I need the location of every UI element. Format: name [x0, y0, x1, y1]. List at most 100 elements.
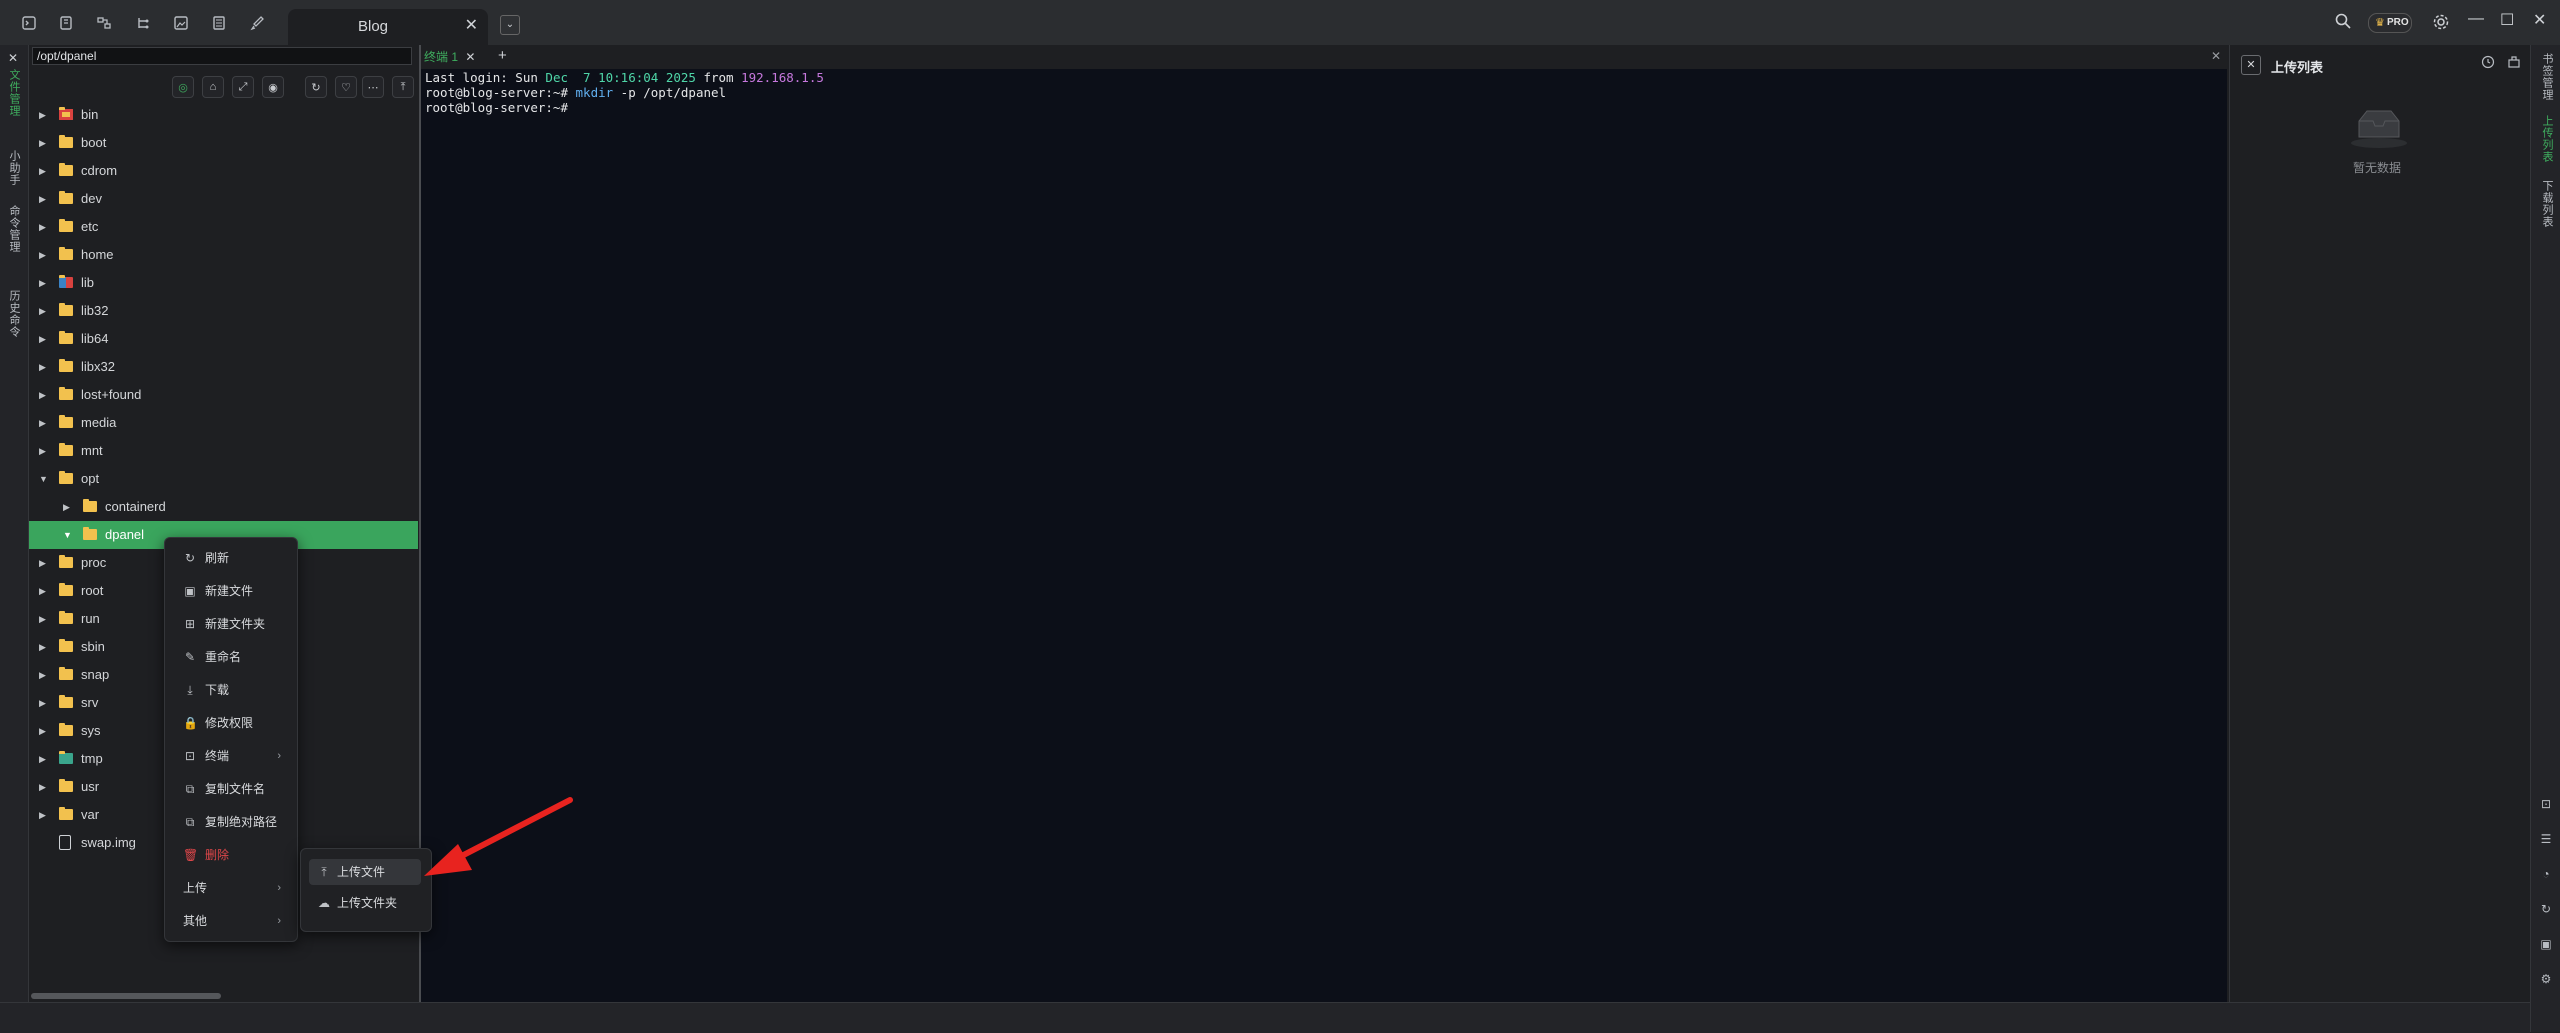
- tree-row-lost-found[interactable]: ▶ lost+found: [29, 381, 418, 409]
- menu-item-lock[interactable]: 🔒 修改权限: [165, 709, 297, 737]
- submenu-item-upload[interactable]: ⤒ 上传文件: [309, 859, 421, 885]
- tree-row-lib[interactable]: ▶ lib: [29, 269, 418, 297]
- caret-right-icon[interactable]: ▶: [39, 605, 46, 633]
- sidebar-item-upload-list[interactable]: 上传列表: [2539, 115, 2555, 163]
- caret-down-icon[interactable]: ▼: [63, 521, 72, 549]
- menu-item-copy[interactable]: ⧉ 复制文件名: [165, 775, 297, 803]
- tree-row-lib64[interactable]: ▶ lib64: [29, 325, 418, 353]
- caret-right-icon[interactable]: ▶: [39, 101, 46, 129]
- caret-right-icon[interactable]: ▶: [39, 129, 46, 157]
- add-tab-button[interactable]: +: [498, 47, 507, 64]
- tree-row-lib32[interactable]: ▶ lib32: [29, 297, 418, 325]
- locate-icon[interactable]: ◎: [172, 76, 194, 98]
- upload-icon[interactable]: ⤒: [392, 76, 414, 98]
- caret-right-icon[interactable]: ▶: [39, 689, 46, 717]
- menu-item-item-10[interactable]: 上传 ›: [165, 874, 297, 902]
- pro-badge[interactable]: ♛ PRO: [2368, 13, 2412, 33]
- caret-right-icon[interactable]: ▶: [39, 185, 46, 213]
- caret-right-icon[interactable]: ▶: [39, 717, 46, 745]
- tree-row-dev[interactable]: ▶ dev: [29, 185, 418, 213]
- gauge-icon[interactable]: ◔: [2539, 867, 2553, 881]
- terminal-output[interactable]: Last login: Sun Dec 7 10:16:04 2025 from…: [421, 69, 2227, 1002]
- terminal-close-icon[interactable]: ✕: [2211, 49, 2221, 63]
- sidebar-item-download-list[interactable]: 下载列表: [2539, 180, 2555, 228]
- gear-icon[interactable]: ⚙: [2539, 972, 2553, 986]
- terminal-tab-close-icon[interactable]: ✕: [465, 50, 475, 64]
- tree-row-cdrom[interactable]: ▶ cdrom: [29, 157, 418, 185]
- save-icon[interactable]: ▣: [2539, 937, 2553, 951]
- tree-row-mnt[interactable]: ▶ mnt: [29, 437, 418, 465]
- list-icon[interactable]: ☰: [2539, 832, 2553, 846]
- refresh-icon[interactable]: ↻: [2539, 902, 2553, 916]
- tree-row-bin[interactable]: ▶ bin: [29, 101, 418, 129]
- list-icon[interactable]: [210, 14, 228, 32]
- sidebar-close-icon[interactable]: ✕: [8, 51, 18, 65]
- menu-item-refresh[interactable]: ↻ 刷新: [165, 544, 297, 572]
- menu-item-item-11[interactable]: 其他 ›: [165, 907, 297, 935]
- tree-row-boot[interactable]: ▶ boot: [29, 129, 418, 157]
- tree-icon[interactable]: [134, 14, 152, 32]
- caret-right-icon[interactable]: ▶: [39, 801, 46, 829]
- menu-item-download[interactable]: ⤓ 下载: [165, 676, 297, 704]
- sidebar-item-commands[interactable]: 命令管理: [6, 205, 22, 253]
- menu-item-new-folder[interactable]: ⊞ 新建文件夹: [165, 610, 297, 638]
- sidebar-item-bookmarks[interactable]: 书签管理: [2539, 53, 2555, 101]
- refresh-icon[interactable]: ↻: [305, 76, 327, 98]
- heart-icon[interactable]: ♡: [335, 76, 357, 98]
- menu-item-new-file[interactable]: ▣ 新建文件: [165, 577, 297, 605]
- tree-row-media[interactable]: ▶ media: [29, 409, 418, 437]
- eye-icon[interactable]: ◉: [262, 76, 284, 98]
- sftp-icon[interactable]: [95, 14, 113, 32]
- window-close-button[interactable]: ✕: [2533, 10, 2546, 32]
- terminal-icon[interactable]: ⊡: [2539, 797, 2553, 811]
- sidebar-item-history[interactable]: 历史命令: [6, 290, 22, 338]
- minimize-button[interactable]: —: [2468, 10, 2484, 32]
- tab-close-icon[interactable]: ✕: [465, 15, 478, 35]
- caret-right-icon[interactable]: ▶: [39, 437, 46, 465]
- caret-right-icon[interactable]: ▶: [39, 157, 46, 185]
- terminal-icon[interactable]: [20, 14, 38, 32]
- caret-right-icon[interactable]: ▶: [39, 297, 46, 325]
- settings-icon[interactable]: [2432, 13, 2450, 34]
- sidebar-item-file-manager[interactable]: 文件管理: [6, 69, 22, 117]
- collapse-icon[interactable]: ⤢: [232, 76, 254, 98]
- caret-down-icon[interactable]: ▼: [39, 465, 48, 493]
- caret-right-icon[interactable]: ▶: [39, 381, 46, 409]
- tree-row-containerd[interactable]: ▶ containerd: [29, 493, 418, 521]
- menu-item-copy-path[interactable]: ⧉ 复制绝对路径: [165, 808, 297, 836]
- caret-right-icon[interactable]: ▶: [39, 269, 46, 297]
- caret-right-icon[interactable]: ▶: [39, 577, 46, 605]
- tree-row-opt[interactable]: ▼ opt: [29, 465, 418, 493]
- brush-icon[interactable]: [248, 14, 266, 32]
- caret-right-icon[interactable]: ▶: [39, 325, 46, 353]
- caret-right-icon[interactable]: ▶: [39, 633, 46, 661]
- tab-terminal-1[interactable]: 终端 1 ✕: [424, 48, 475, 68]
- caret-right-icon[interactable]: ▶: [39, 353, 46, 381]
- menu-item-terminal[interactable]: ⊡ 终端 ›: [165, 742, 297, 770]
- caret-right-icon[interactable]: ▶: [39, 661, 46, 689]
- path-input[interactable]: [32, 47, 412, 65]
- clock-icon[interactable]: [2481, 55, 2495, 72]
- caret-right-icon[interactable]: ▶: [39, 745, 46, 773]
- clear-icon[interactable]: [2507, 55, 2521, 72]
- menu-item-edit[interactable]: ✎ 重命名: [165, 643, 297, 671]
- sidebar-item-assistant[interactable]: 小助手: [6, 150, 22, 186]
- caret-right-icon[interactable]: ▶: [39, 549, 46, 577]
- image-icon[interactable]: [172, 14, 190, 32]
- caret-right-icon[interactable]: ▶: [39, 241, 46, 269]
- upload-panel-close-button[interactable]: ✕: [2241, 55, 2261, 75]
- search-icon[interactable]: [2334, 12, 2352, 33]
- tree-row-libx32[interactable]: ▶ libx32: [29, 353, 418, 381]
- home-icon[interactable]: ⌂: [202, 76, 224, 98]
- caret-right-icon[interactable]: ▶: [39, 773, 46, 801]
- tab-dropdown-button[interactable]: ⌄: [500, 15, 520, 35]
- menu-item-trash[interactable]: 🗑 删除: [165, 841, 297, 869]
- submenu-item-cloud-upload[interactable]: ☁ 上传文件夹: [309, 890, 421, 916]
- tab-blog[interactable]: Blog ✕: [288, 9, 488, 45]
- more-icon[interactable]: ⋯: [362, 76, 384, 98]
- caret-right-icon[interactable]: ▶: [63, 493, 70, 521]
- maximize-button[interactable]: ☐: [2500, 10, 2514, 32]
- document-icon[interactable]: [57, 14, 75, 32]
- caret-right-icon[interactable]: ▶: [39, 213, 46, 241]
- caret-right-icon[interactable]: ▶: [39, 409, 46, 437]
